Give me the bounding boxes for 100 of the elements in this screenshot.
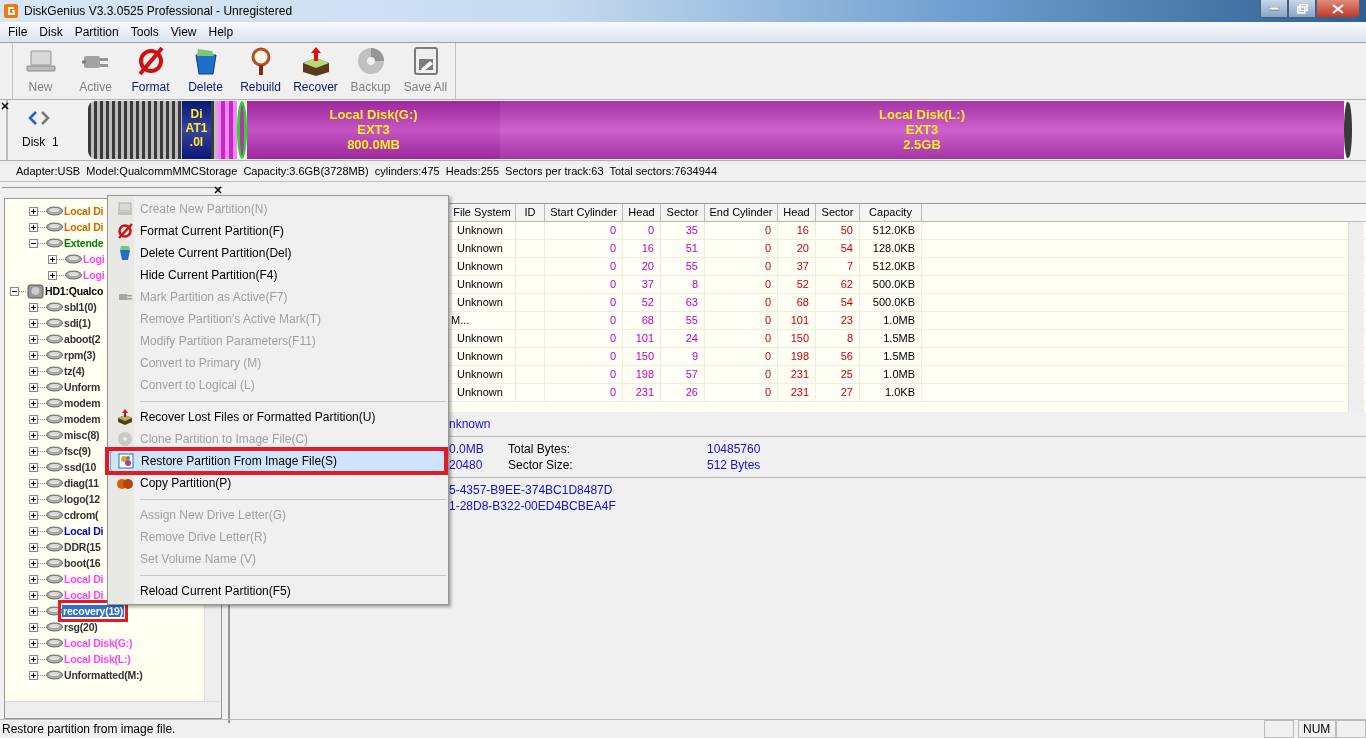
expand-icon[interactable] — [29, 446, 38, 456]
tree-item[interactable]: Unformatted(M:) — [63, 669, 144, 681]
tree-item[interactable]: modem — [63, 413, 102, 425]
expand-icon[interactable] — [48, 270, 57, 280]
drive-icon — [46, 494, 63, 504]
column-header[interactable]: Start Cylinder — [545, 204, 623, 221]
expand-icon[interactable] — [29, 542, 38, 552]
tree-item[interactable]: rsg(20) — [63, 621, 99, 633]
restore-button[interactable] — [1288, 0, 1316, 18]
table-cell: 0 — [764, 224, 771, 236]
tree-item[interactable]: misc(8) — [63, 429, 101, 441]
table-cell: 8 — [846, 332, 853, 344]
toolbar-button[interactable]: Rebuild — [233, 44, 288, 98]
column-header[interactable]: Head — [778, 204, 816, 221]
expand-icon[interactable] — [29, 414, 38, 424]
tree-item[interactable]: cdrom( — [63, 509, 100, 521]
scrollbar[interactable] — [1348, 222, 1364, 412]
tree-item[interactable]: modem — [63, 397, 102, 409]
menu-item[interactable]: Hide Current Partition(F4) — [110, 264, 446, 286]
partition-segment[interactable]: Local Disk(L:) EXT3 2.5GB — [500, 101, 1344, 159]
tree-item[interactable]: sdi(1) — [63, 317, 92, 329]
tree-item[interactable]: sbl1(0) — [63, 301, 98, 313]
minimize-button[interactable] — [1260, 0, 1288, 18]
expand-icon[interactable] — [29, 382, 38, 392]
expand-icon[interactable] — [29, 606, 38, 616]
expand-icon[interactable] — [29, 622, 38, 632]
tree-item[interactable]: Local Di — [63, 525, 105, 537]
expand-icon[interactable] — [48, 254, 57, 264]
expand-icon[interactable] — [29, 638, 38, 648]
column-header[interactable]: Head — [623, 204, 661, 221]
drive-icon — [46, 574, 63, 584]
menu-item[interactable]: Tools — [124, 25, 165, 39]
menu-item[interactable]: Help — [202, 25, 240, 39]
column-header[interactable]: Sector — [661, 204, 705, 221]
tree-item[interactable]: ssd(10 — [63, 461, 98, 473]
expand-icon[interactable] — [29, 574, 38, 584]
expand-icon[interactable] — [29, 222, 38, 232]
column-header[interactable]: Capacity — [860, 204, 922, 221]
expand-icon[interactable] — [29, 302, 38, 312]
expand-icon[interactable] — [29, 526, 38, 536]
menu-item[interactable]: Partition — [68, 25, 125, 39]
partition-text: .0l — [189, 135, 204, 149]
toolbar-button[interactable]: Delete — [178, 44, 233, 98]
expand-icon[interactable] — [29, 206, 38, 216]
expand-icon[interactable] — [29, 350, 38, 360]
tree-item[interactable]: Unform — [63, 381, 102, 393]
expand-icon[interactable] — [29, 398, 38, 408]
menu-item[interactable]: Disk — [33, 25, 69, 39]
toolbar-button[interactable]: Format — [123, 44, 178, 98]
table-cell: 56 — [840, 350, 853, 362]
tree-item[interactable]: Local Di — [63, 205, 105, 217]
partition-segment[interactable]: Local Disk(G:) EXT3 800.0MB — [247, 101, 500, 159]
menu-icon — [117, 223, 133, 239]
close-button[interactable] — [1316, 0, 1360, 18]
menu-icon — [118, 453, 134, 469]
disk-map[interactable]: Di AT1 .0l Local Disk(G:) EXT3 800.0MB Local Disk(L:) EXT3 2.5GB — [88, 101, 1352, 159]
tree-item[interactable]: DDR(15 — [63, 541, 102, 553]
tree-item[interactable]: Extende — [63, 237, 105, 249]
column-header[interactable]: ID — [516, 204, 545, 221]
expand-icon[interactable] — [29, 558, 38, 568]
tree-item[interactable]: recovery(19) — [62, 605, 125, 617]
expand-icon[interactable] — [29, 670, 38, 680]
tree-item[interactable]: rpm(3) — [63, 349, 97, 361]
table-cell: 1.5MB — [883, 350, 915, 362]
expand-icon[interactable] — [29, 494, 38, 504]
tree-item[interactable]: HD1:Qualco — [44, 285, 105, 297]
scrollbar[interactable] — [5, 701, 221, 718]
expand-icon[interactable] — [29, 654, 38, 664]
expand-icon[interactable] — [29, 462, 38, 472]
menu-item[interactable]: Format Current Partition(F) — [110, 220, 446, 242]
menu-item[interactable]: Reload Current Partition(F5) — [110, 580, 446, 602]
expand-icon[interactable] — [29, 334, 38, 344]
partition-text: Local Disk(L:) — [879, 107, 965, 122]
tree-item[interactable]: Local Di — [63, 221, 105, 233]
menu-item[interactable]: Delete Current Partition(Del) — [110, 242, 446, 264]
expand-icon[interactable] — [29, 318, 38, 328]
partition-segment[interactable]: Di AT1 .0l — [182, 101, 211, 159]
menu-item[interactable]: Copy Partition(P) — [110, 472, 446, 494]
column-header[interactable]: Sector — [816, 204, 860, 221]
menu-item[interactable]: File — [2, 25, 34, 39]
tree-item[interactable]: fsc(9) — [63, 445, 92, 457]
expand-icon[interactable] — [29, 366, 38, 376]
collapse-icon[interactable] — [29, 238, 38, 248]
expand-icon[interactable] — [29, 510, 38, 520]
close-icon[interactable] — [1, 102, 9, 110]
expand-icon[interactable] — [29, 590, 38, 600]
expand-icon[interactable] — [29, 430, 38, 440]
menu-item[interactable]: View — [164, 25, 203, 39]
toolbar-button[interactable]: Recover — [288, 44, 343, 98]
tree-item[interactable]: logo(12 — [63, 493, 101, 505]
close-icon[interactable] — [214, 186, 222, 194]
tree-item[interactable]: tz(4) — [63, 365, 86, 377]
tree-item[interactable]: diag(11 — [63, 477, 100, 489]
collapse-icon[interactable] — [10, 286, 19, 296]
table-cell: 231 — [790, 368, 809, 380]
tree-item[interactable]: aboot(2 — [63, 333, 102, 345]
column-header[interactable]: End Cylinder — [705, 204, 778, 221]
expand-icon[interactable] — [29, 478, 38, 488]
tree-item[interactable]: boot(16 — [63, 557, 102, 569]
menu-item[interactable]: Recover Lost Files or Formatted Partition(U) — [110, 406, 446, 428]
